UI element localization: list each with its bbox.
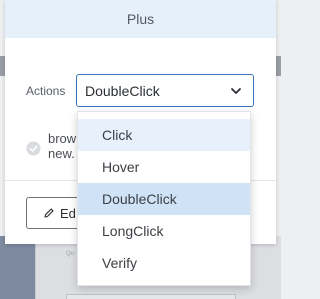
option-label: Hover — [102, 159, 140, 175]
actions-dropdown: Click Hover DoubleClick LongClick Verify — [77, 111, 251, 286]
chevron-down-icon — [231, 88, 241, 94]
modal-title: Plus — [126, 11, 155, 27]
dropdown-option-longclick[interactable]: LongClick — [78, 215, 250, 247]
modal-header: Plus — [5, 0, 276, 38]
background-thumbnail — [0, 236, 36, 299]
check-circle-icon — [26, 141, 41, 156]
dropdown-option-verify[interactable]: Verify — [78, 247, 250, 279]
background-input — [66, 294, 236, 299]
dropdown-option-click[interactable]: Click — [78, 119, 250, 151]
actions-select[interactable]: DoubleClick — [76, 74, 254, 107]
option-label: Verify — [102, 255, 138, 271]
pencil-icon — [44, 208, 54, 218]
dropdown-option-hover[interactable]: Hover — [78, 151, 250, 183]
edit-button-label: Ed — [60, 205, 76, 221]
option-label: LongClick — [102, 223, 164, 239]
option-label: DoubleClick — [102, 191, 177, 207]
background-caption: Qu — [66, 251, 75, 257]
actions-select-value: DoubleClick — [85, 82, 160, 99]
option-label: Click — [102, 127, 133, 143]
actions-label: Actions — [26, 84, 66, 98]
dropdown-option-doubleclick[interactable]: DoubleClick — [78, 183, 250, 215]
